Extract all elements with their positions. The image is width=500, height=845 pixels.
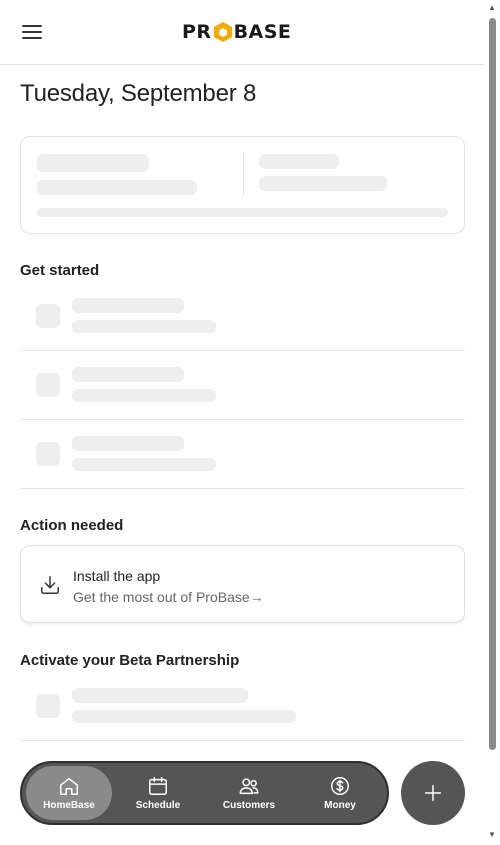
nav-item-homebase[interactable]: HomeBase <box>26 766 112 820</box>
list-item[interactable] <box>20 420 465 489</box>
skeleton-icon <box>36 694 60 718</box>
skeleton-icon <box>36 373 60 397</box>
skeleton-line <box>72 710 296 723</box>
calendar-icon <box>149 777 167 795</box>
list-item[interactable] <box>20 351 465 420</box>
logo-text-left: PR <box>182 21 212 43</box>
menu-icon-line <box>22 37 42 39</box>
section-title-beta: Activate your Beta Partnership <box>20 652 240 669</box>
skeleton-line <box>72 389 216 402</box>
list-item[interactable] <box>20 282 465 351</box>
add-button[interactable] <box>401 761 465 825</box>
scrollbar[interactable]: ▲ ▼ <box>485 0 500 845</box>
bottom-navigation: HomeBase Schedule Customers Money <box>20 761 389 825</box>
scrollbar-thumb[interactable] <box>489 18 496 750</box>
nav-item-customers[interactable]: Customers <box>204 766 294 820</box>
users-icon <box>239 778 259 795</box>
skeleton-line <box>72 320 216 333</box>
skeleton-line <box>72 458 216 471</box>
install-app-link[interactable]: Get the most out of ProBase→ <box>73 589 264 605</box>
logo-text-right: BASE <box>233 21 292 43</box>
hexagon-logo-icon <box>213 22 232 42</box>
skeleton-line <box>37 208 448 217</box>
skeleton-line <box>259 176 387 191</box>
scroll-down-arrow-icon[interactable]: ▼ <box>488 831 496 839</box>
section-title-get-started: Get started <box>20 262 100 279</box>
scroll-up-arrow-icon[interactable]: ▲ <box>488 4 496 12</box>
page-title: Tuesday, September 8 <box>20 80 257 107</box>
dollar-icon <box>331 777 349 795</box>
install-app-card[interactable]: Install the app Get the most out of ProB… <box>20 545 465 623</box>
nav-label: Money <box>324 800 356 811</box>
nav-item-schedule[interactable]: Schedule <box>113 766 203 820</box>
nav-item-money[interactable]: Money <box>295 766 385 820</box>
nav-label: Customers <box>222 800 276 811</box>
skeleton-line <box>37 180 197 195</box>
skeleton-line <box>259 154 339 169</box>
menu-icon-line <box>22 25 42 27</box>
section-title-action-needed: Action needed <box>20 517 124 534</box>
home-icon <box>60 777 78 795</box>
menu-icon-line <box>22 31 42 33</box>
skeleton-line <box>72 436 184 451</box>
skeleton-line <box>72 688 248 703</box>
list-item[interactable] <box>20 672 465 741</box>
skeleton-line <box>72 298 184 313</box>
probase-logo[interactable]: PR BASE <box>182 20 291 44</box>
app-header: PR BASE <box>0 0 485 65</box>
plus-icon <box>424 784 442 802</box>
download-icon <box>41 576 59 594</box>
nav-label: Schedule <box>135 800 181 811</box>
nav-label: HomeBase <box>43 800 95 811</box>
card-divider <box>243 153 244 195</box>
summary-card-skeleton <box>20 136 465 234</box>
skeleton-line <box>37 154 149 172</box>
install-app-title: Install the app <box>73 568 161 584</box>
skeleton-icon <box>36 304 60 328</box>
skeleton-line <box>72 367 184 382</box>
hamburger-menu-button[interactable] <box>20 21 44 43</box>
skeleton-icon <box>36 442 60 466</box>
